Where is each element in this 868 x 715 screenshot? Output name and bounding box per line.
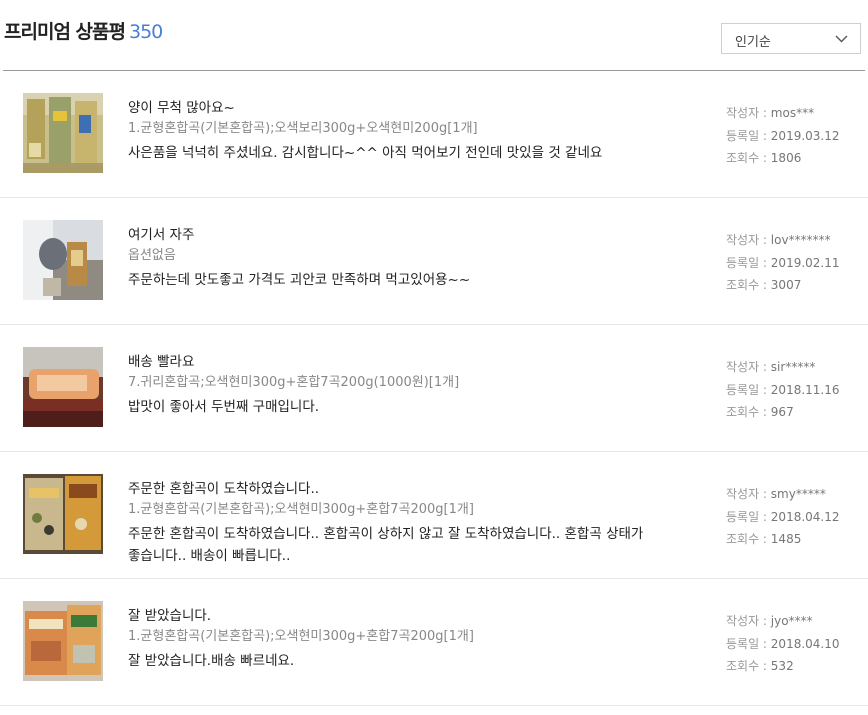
review-body: 사은품을 넉넉히 주셨네요. 감시합니다~^^ 아직 먹어보기 전인데 맛있을 … xyxy=(128,145,603,161)
review-content[interactable]: 양이 무척 많아요~ 1.균형혼합곡(기본혼합곡);오색보리300g+오색현미2… xyxy=(128,98,698,164)
review-photo-thumbnail[interactable] xyxy=(23,220,103,300)
review-date: 등록일 : 2018.04.10 xyxy=(726,636,840,651)
review-views: 조회수 : 532 xyxy=(726,659,794,673)
review-date: 등록일 : 2019.02.11 xyxy=(726,255,840,270)
review-author: 작성자 : sir***** xyxy=(726,360,816,374)
review-photo-thumbnail[interactable] xyxy=(23,474,103,554)
review-views: 조회수 : 1806 xyxy=(726,151,802,165)
review-meta: 작성자 : mos*** 등록일 : 2019.03.12 조회수 : 1806 xyxy=(726,102,840,170)
review-date: 등록일 : 2019.03.12 xyxy=(726,128,840,143)
review-option: 1.균형혼합곡(기본혼합곡);오색현미300g+혼합7곡200g[1개] xyxy=(128,502,474,517)
review-body: 주문한 혼합곡이 도착하였습니다.. 혼합곡이 상하지 않고 잘 도착하였습니다… xyxy=(128,526,644,564)
review-title: 배송 빨라요 xyxy=(128,354,195,370)
review-content[interactable]: 여기서 자주 옵션없음 주문하는데 맛도좋고 가격도 괴안코 만족하며 먹고있어… xyxy=(128,225,698,291)
review-body: 잘 받았습니다.배송 빠르네요. xyxy=(128,653,295,669)
review-count: 350 xyxy=(128,21,163,43)
review-content[interactable]: 배송 빨라요 7.귀리혼합곡;오색현미300g+혼합7곡200g(1000원)[… xyxy=(128,352,698,418)
review-views: 조회수 : 967 xyxy=(726,405,794,419)
review-meta: 작성자 : smy***** 등록일 : 2018.04.12 조회수 : 14… xyxy=(726,483,840,551)
review-content[interactable]: 잘 받았습니다. 1.균형혼합곡(기본혼합곡);오색현미300g+혼합7곡200… xyxy=(128,606,698,672)
review-photo-thumbnail[interactable] xyxy=(23,93,103,173)
review-title: 잘 받았습니다. xyxy=(128,608,212,624)
review-item: 양이 무척 많아요~ 1.균형혼합곡(기본혼합곡);오색보리300g+오색현미2… xyxy=(0,71,868,198)
review-header: 프리미엄 상품평 350 인기순 xyxy=(0,0,868,72)
review-item: 배송 빨라요 7.귀리혼합곡;오색현미300g+혼합7곡200g(1000원)[… xyxy=(0,325,868,452)
sort-selected-label: 인기순 xyxy=(735,35,771,50)
page-title-text: 프리미엄 상품평 xyxy=(4,21,126,43)
review-meta: 작성자 : jyo**** 등록일 : 2018.04.10 조회수 : 532 xyxy=(726,610,840,678)
review-option: 7.귀리혼합곡;오색현미300g+혼합7곡200g(1000원)[1개] xyxy=(128,375,460,390)
review-item: 여기서 자주 옵션없음 주문하는데 맛도좋고 가격도 괴안코 만족하며 먹고있어… xyxy=(0,198,868,325)
review-date: 등록일 : 2018.04.12 xyxy=(726,509,840,524)
review-meta: 작성자 : sir***** 등록일 : 2018.11.16 조회수 : 96… xyxy=(726,356,840,424)
review-title: 주문한 혼합곡이 도착하였습니다.. xyxy=(128,481,320,497)
review-author: 작성자 : jyo**** xyxy=(726,614,813,628)
review-title: 여기서 자주 xyxy=(128,227,195,243)
review-list: 양이 무척 많아요~ 1.균형혼합곡(기본혼합곡);오색보리300g+오색현미2… xyxy=(0,71,868,706)
review-option: 1.균형혼합곡(기본혼합곡);오색보리300g+오색현미200g[1개] xyxy=(128,121,478,136)
review-photo-thumbnail[interactable] xyxy=(23,347,103,427)
review-date: 등록일 : 2018.11.16 xyxy=(726,382,840,397)
review-item: 잘 받았습니다. 1.균형혼합곡(기본혼합곡);오색현미300g+혼합7곡200… xyxy=(0,579,868,706)
review-body: 주문하는데 맛도좋고 가격도 괴안코 만족하며 먹고있어용~~ xyxy=(128,272,471,288)
sort-select[interactable]: 인기순 xyxy=(721,23,861,54)
review-title: 양이 무척 많아요~ xyxy=(128,100,235,116)
page-title: 프리미엄 상품평 350 xyxy=(4,17,163,44)
review-body: 밥맛이 좋아서 두번째 구매입니다. xyxy=(128,399,320,415)
review-meta: 작성자 : lov******* 등록일 : 2019.02.11 조회수 : … xyxy=(726,229,840,297)
review-option: 옵션없음 xyxy=(128,248,176,263)
review-author: 작성자 : lov******* xyxy=(726,233,831,247)
review-views: 조회수 : 3007 xyxy=(726,278,802,292)
review-item: 주문한 혼합곡이 도착하였습니다.. 1.균형혼합곡(기본혼합곡);오색현미30… xyxy=(0,452,868,579)
review-option: 1.균형혼합곡(기본혼합곡);오색현미300g+혼합7곡200g[1개] xyxy=(128,629,474,644)
review-author: 작성자 : mos*** xyxy=(726,106,815,120)
review-author: 작성자 : smy***** xyxy=(726,487,826,501)
review-content[interactable]: 주문한 혼합곡이 도착하였습니다.. 1.균형혼합곡(기본혼합곡);오색현미30… xyxy=(128,479,698,567)
review-photo-thumbnail[interactable] xyxy=(23,601,103,681)
review-views: 조회수 : 1485 xyxy=(726,532,802,546)
chevron-down-icon xyxy=(835,35,848,43)
